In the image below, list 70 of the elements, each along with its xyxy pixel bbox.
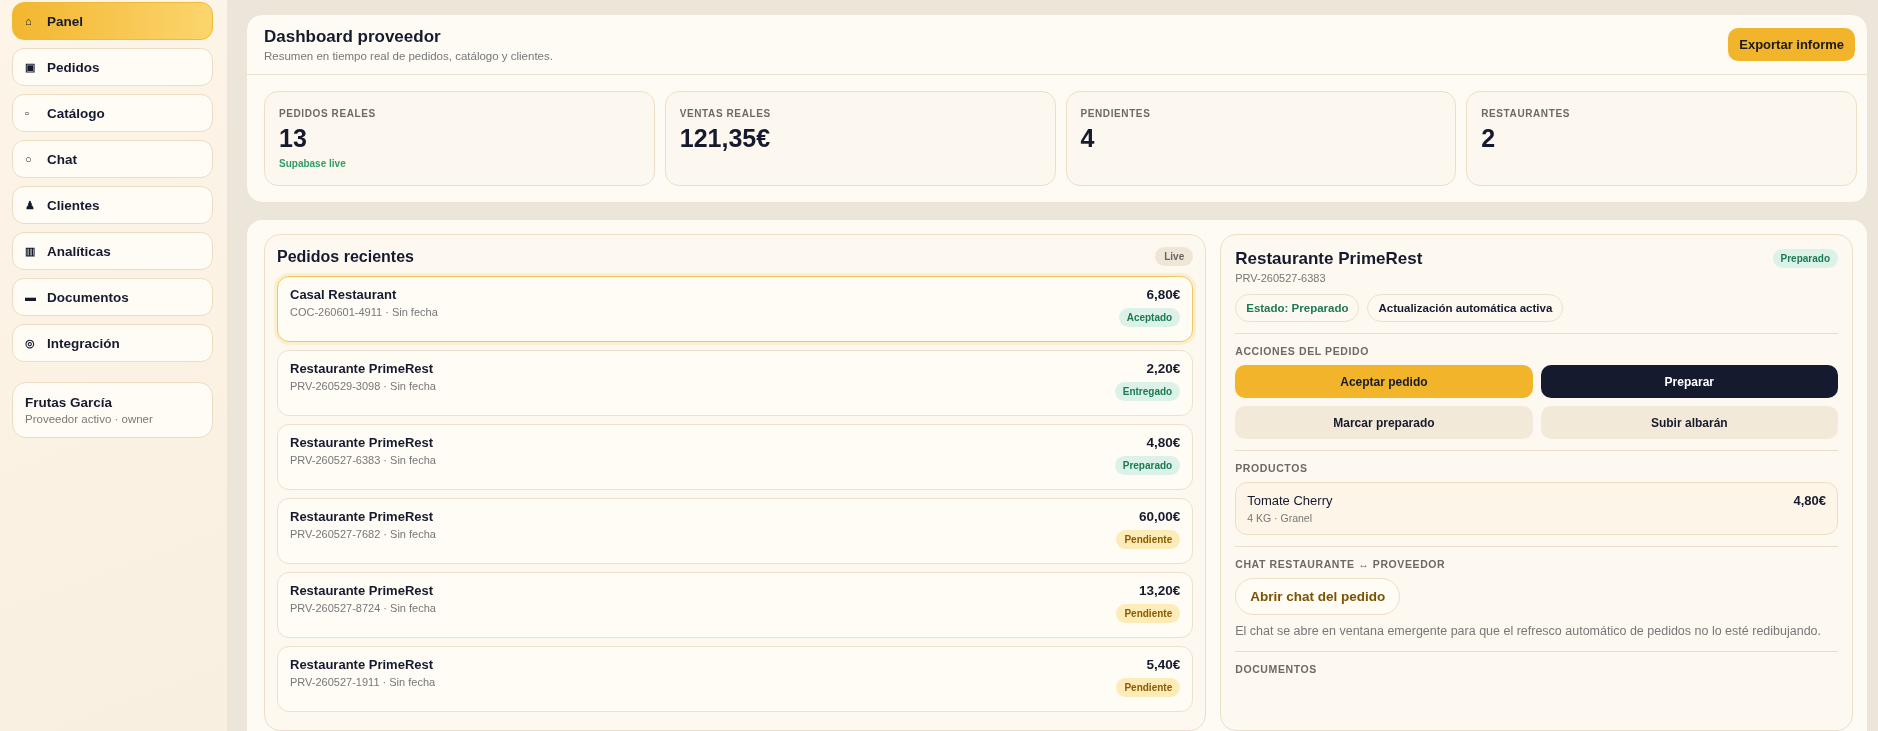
account-role: Proveedor activo · owner [25, 413, 154, 425]
detail-title: Restaurante PrimeRest [1235, 249, 1423, 269]
order-reference: PRV-260527-1911 · Sin fecha [290, 676, 436, 688]
stat-label: PEDIDOS REALES [279, 108, 377, 119]
status-pill: Pendiente [1116, 604, 1181, 623]
order-restaurant: Restaurante PrimeRest [290, 435, 435, 450]
section-heading: PRODUCTOS [1235, 462, 1309, 474]
action-button[interactable]: Aceptar pedido [1235, 365, 1533, 398]
live-badge: Live [1155, 247, 1194, 266]
product-price: 4,80€ [1793, 493, 1826, 510]
section-title: Pedidos recientes [277, 247, 414, 266]
status-pill: Aceptado [1118, 308, 1181, 327]
order-amount: 4,80€ [1146, 435, 1181, 450]
order-restaurant: Restaurante PrimeRest [290, 657, 435, 672]
section-heading: CHAT RESTAURANTE ↔ PROVEEDOR [1235, 558, 1447, 570]
order-amount: 2,20€ [1146, 361, 1181, 376]
sidebar-nav-item[interactable]: ▫ Catálogo [12, 94, 213, 132]
status-pill: Preparado [1772, 249, 1838, 268]
stat-value: 13 [279, 124, 308, 153]
status-pill: Entregado [1114, 382, 1181, 401]
status-pill: Preparado [1114, 456, 1181, 475]
sidebar-nav-item[interactable]: ⌂ Panel [12, 2, 213, 40]
order-restaurant: Restaurante PrimeRest [290, 509, 435, 524]
stat-label: RESTAURANTES [1481, 108, 1571, 119]
order-reference: PRV-260527-6383 · Sin fecha [290, 454, 436, 466]
order-restaurant: Restaurante PrimeRest [290, 361, 435, 376]
order-reference: PRV-260527-8724 · Sin fecha [290, 602, 436, 614]
order-card[interactable]: Restaurante PrimeRest PRV-260527-7682 · Sin fecha 60,00€ Pendiente [277, 498, 1194, 564]
action-button[interactable]: Preparar [1540, 365, 1838, 398]
order-restaurant: Restaurante PrimeRest [290, 583, 435, 598]
page-title: Dashboard proveedor [264, 27, 442, 47]
action-button[interactable]: Marcar preparado [1235, 406, 1533, 439]
sidebar-nav-item[interactable]: ▣ Pedidos [12, 48, 213, 86]
order-amount: 13,20€ [1138, 583, 1181, 598]
sidebar-nav-item[interactable]: ▬ Documentos [12, 278, 213, 316]
open-chat-button[interactable]: Abrir chat del pedido [1235, 578, 1401, 615]
product-meta: 4 KG · Granel [1247, 512, 1313, 524]
chat-note: El chat se abre en ventana emergente para que el refresco automático de pedidos no lo esté redibujando. [1235, 623, 1823, 640]
order-card[interactable]: Restaurante PrimeRest PRV-260529-3098 · Sin fecha 2,20€ Entregado [277, 350, 1194, 416]
order-card[interactable]: Restaurante PrimeRest PRV-260527-8724 · Sin fecha 13,20€ Pendiente [277, 572, 1194, 638]
stat-label: PENDIENTES [1080, 108, 1152, 119]
sidebar-nav-item[interactable]: ♟ Clientes [12, 186, 213, 224]
order-amount: 6,80€ [1146, 287, 1181, 302]
action-button[interactable]: Subir albarán [1540, 406, 1838, 439]
stat-value: 4 [1080, 124, 1096, 153]
product-name: Tomate Cherry [1247, 493, 1333, 508]
detail-reference: PRV-260527-6383 [1235, 272, 1327, 284]
account-name: Frutas García [25, 395, 114, 410]
export-button[interactable]: Exportar informe [1728, 28, 1855, 61]
status-pill: Pendiente [1116, 678, 1181, 697]
order-card[interactable]: Restaurante PrimeRest PRV-260527-6383 · Sin fecha 4,80€ Preparado [277, 424, 1194, 490]
stat-value: 121,35€ [679, 124, 772, 153]
order-amount: 5,40€ [1146, 657, 1181, 672]
order-reference: COC-260601-4911 · Sin fecha [290, 306, 438, 318]
status-pill: Pendiente [1116, 530, 1181, 549]
order-card[interactable]: Casal Restaurant COC-260601-4911 · Sin fecha 6,80€ Aceptado [277, 276, 1194, 342]
order-reference: PRV-260529-3098 · Sin fecha [290, 380, 436, 392]
order-reference: PRV-260527-7682 · Sin fecha [290, 528, 436, 540]
page-subtitle: Resumen en tiempo real de pedidos, catálogo y clientes. [264, 50, 553, 62]
order-amount: 60,00€ [1138, 509, 1181, 524]
sidebar-nav-item[interactable]: ▥ Analíticas [12, 232, 213, 270]
stat-label: VENTAS REALES [679, 108, 772, 119]
sidebar-nav-item[interactable]: ◎ Integración [12, 324, 213, 362]
stat-value: 2 [1481, 124, 1497, 153]
section-heading: DOCUMENTOS [1235, 662, 1318, 675]
section-heading: ACCIONES DEL PEDIDO [1235, 345, 1370, 357]
order-card[interactable]: Restaurante PrimeRest PRV-260527-1911 · Sin fecha 5,40€ Pendiente [277, 646, 1194, 712]
stat-note: Supabase live [279, 158, 347, 169]
order-restaurant: Casal Restaurant [290, 287, 398, 302]
sidebar-nav-item[interactable]: ○ Chat [12, 140, 213, 178]
